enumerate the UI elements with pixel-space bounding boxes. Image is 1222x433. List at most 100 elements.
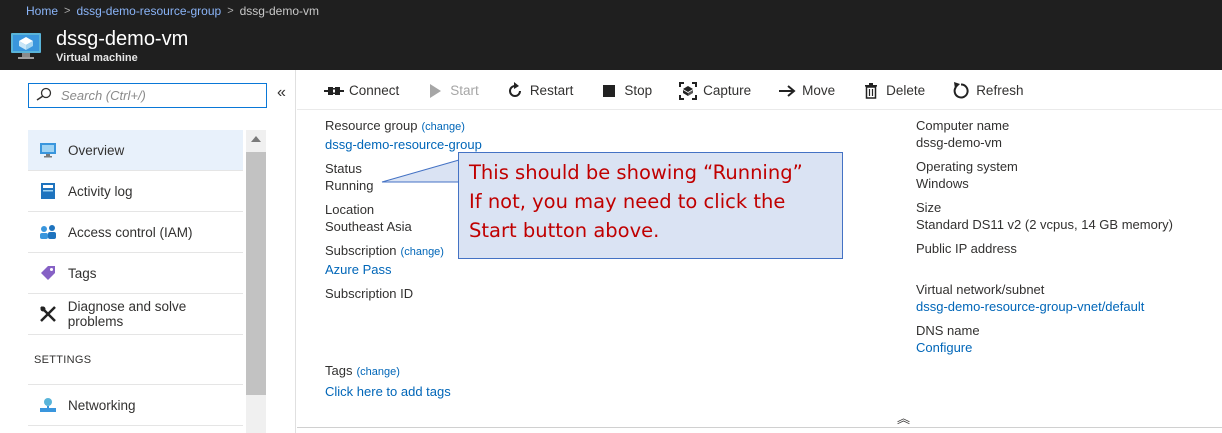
size-value: Standard DS11 v2 (2 vcpus, 14 GB memory) bbox=[916, 217, 1173, 232]
section-settings-heading: SETTINGS bbox=[28, 335, 243, 385]
connect-label: Connect bbox=[349, 83, 400, 98]
size-label: Size bbox=[916, 200, 942, 215]
chevron-right-icon: > bbox=[64, 5, 71, 17]
sidebar-item-label: Access control (IAM) bbox=[68, 224, 193, 240]
scroll-up-arrow-icon[interactable] bbox=[251, 136, 261, 142]
resource-group-link[interactable]: dssg-demo-resource-group bbox=[325, 136, 705, 153]
vnet-label: Virtual network/subnet bbox=[916, 282, 1045, 297]
sidebar-item-tags[interactable]: Tags bbox=[28, 253, 243, 294]
scrollbar-thumb[interactable] bbox=[246, 152, 266, 395]
sidebar-menu: Overview Activity log Access control (IA… bbox=[28, 130, 243, 426]
os-label: Operating system bbox=[916, 159, 1018, 174]
public-ip-label: Public IP address bbox=[916, 241, 1017, 256]
page-subtitle: Virtual machine bbox=[56, 52, 138, 64]
move-button[interactable]: Move bbox=[777, 82, 835, 100]
sidebar-item-access-control[interactable]: Access control (IAM) bbox=[28, 212, 243, 253]
arrow-right-icon bbox=[777, 82, 797, 100]
divider bbox=[297, 427, 1222, 428]
change-tags-link[interactable]: (change) bbox=[356, 366, 399, 378]
sidebar: Search (Ctrl+/) « Overview Activity log … bbox=[0, 70, 296, 433]
configure-dns-link[interactable]: Configure bbox=[916, 339, 1216, 356]
sidebar-item-label: Activity log bbox=[68, 183, 133, 199]
breadcrumb-home[interactable]: Home bbox=[26, 4, 58, 18]
move-label: Move bbox=[802, 83, 836, 98]
start-label: Start bbox=[450, 83, 479, 98]
activity-log-icon bbox=[38, 181, 58, 201]
tag-icon bbox=[38, 263, 58, 283]
restart-label: Restart bbox=[529, 83, 574, 98]
sidebar-item-label: Networking bbox=[68, 397, 136, 413]
stop-label: Stop bbox=[624, 83, 653, 98]
trash-icon bbox=[861, 82, 881, 100]
stop-icon bbox=[599, 82, 619, 100]
start-button[interactable]: Start bbox=[425, 82, 479, 100]
play-icon bbox=[425, 82, 445, 100]
search-input[interactable]: Search (Ctrl+/) bbox=[28, 83, 267, 108]
callout-line-2: If not, you may need to click the bbox=[469, 190, 786, 213]
breadcrumb-resource-group[interactable]: dssg-demo-resource-group bbox=[76, 4, 221, 18]
resource-group-field: Resource group (change) dssg-demo-resourc… bbox=[325, 117, 705, 153]
chevron-right-icon: > bbox=[227, 5, 234, 17]
subscription-label: Subscription bbox=[325, 243, 397, 258]
annotation-callout: This should be showing “Running” If not,… bbox=[458, 152, 843, 259]
resource-group-label: Resource group bbox=[325, 118, 418, 133]
add-tags-link[interactable]: Click here to add tags bbox=[325, 384, 451, 399]
sidebar-item-label: Diagnose and solve problems bbox=[67, 299, 187, 329]
people-icon bbox=[38, 222, 58, 242]
collapse-sidebar-button[interactable]: « bbox=[277, 84, 286, 102]
refresh-icon bbox=[951, 81, 971, 100]
sidebar-item-label: Overview bbox=[68, 142, 125, 158]
refresh-label: Refresh bbox=[976, 83, 1024, 98]
subscription-id-label: Subscription ID bbox=[325, 286, 414, 301]
monitor-icon bbox=[38, 140, 58, 160]
restart-icon bbox=[505, 81, 525, 100]
restart-button[interactable]: Restart bbox=[505, 81, 574, 100]
vnet-link[interactable]: dssg-demo-resource-group-vnet/default bbox=[916, 298, 1216, 315]
wrench-icon bbox=[38, 304, 58, 324]
computer-name-value: dssg-demo-vm bbox=[916, 135, 1002, 150]
delete-button[interactable]: Delete bbox=[861, 82, 925, 100]
capture-button[interactable]: Capture bbox=[678, 81, 752, 100]
plug-icon bbox=[324, 82, 344, 100]
command-toolbar: Connect Start Restart Stop Capture Move bbox=[297, 72, 1222, 110]
page-title: dssg-demo-vm bbox=[56, 28, 189, 50]
connect-button[interactable]: Connect bbox=[324, 82, 399, 100]
computer-name-label: Computer name bbox=[916, 118, 1010, 133]
sidebar-item-activity-log[interactable]: Activity log bbox=[28, 171, 243, 212]
sidebar-item-label: Tags bbox=[68, 265, 97, 281]
sidebar-item-networking[interactable]: Networking bbox=[28, 385, 243, 426]
os-field: Operating system Windows bbox=[916, 158, 1216, 192]
computer-name-field: Computer name dssg-demo-vm bbox=[916, 117, 1216, 151]
refresh-button[interactable]: Refresh bbox=[951, 81, 1024, 100]
network-icon bbox=[38, 395, 58, 415]
virtual-machine-icon bbox=[10, 30, 42, 62]
delete-label: Delete bbox=[886, 83, 926, 98]
subscription-link[interactable]: Azure Pass bbox=[325, 261, 705, 278]
subscription-id-field: Subscription ID bbox=[325, 285, 705, 302]
os-value: Windows bbox=[916, 176, 969, 191]
vnet-field: Virtual network/subnet dssg-demo-resourc… bbox=[916, 281, 1216, 315]
search-placeholder: Search (Ctrl+/) bbox=[61, 88, 146, 103]
dns-label: DNS name bbox=[916, 323, 980, 338]
essentials-right-column: Computer name dssg-demo-vm Operating sys… bbox=[916, 117, 1216, 363]
callout-pointer bbox=[381, 159, 460, 183]
change-resource-group-link[interactable]: (change) bbox=[422, 121, 465, 133]
capture-icon bbox=[678, 81, 698, 100]
collapse-essentials-icon[interactable]: ︽ bbox=[897, 408, 910, 427]
breadcrumb: Home > dssg-demo-resource-group > dssg-d… bbox=[0, 0, 1222, 22]
search-icon bbox=[35, 87, 53, 104]
public-ip-field: Public IP address bbox=[916, 240, 1216, 257]
change-subscription-link[interactable]: (change) bbox=[401, 246, 444, 258]
sidebar-item-overview[interactable]: Overview bbox=[28, 130, 243, 171]
dns-field: DNS name Configure bbox=[916, 322, 1216, 356]
sidebar-scrollbar[interactable] bbox=[246, 130, 266, 433]
tags-field: Tags (change) Click here to add tags bbox=[325, 363, 451, 399]
callout-line-1: This should be showing “Running” bbox=[469, 161, 803, 184]
capture-label: Capture bbox=[703, 83, 752, 98]
breadcrumb-current: dssg-demo-vm bbox=[239, 4, 319, 18]
tags-label: Tags bbox=[325, 363, 353, 378]
resource-header: dssg-demo-vm Virtual machine bbox=[0, 22, 1222, 70]
sidebar-item-diagnose[interactable]: Diagnose and solve problems bbox=[28, 294, 243, 335]
stop-button[interactable]: Stop bbox=[599, 82, 652, 100]
size-field: Size Standard DS11 v2 (2 vcpus, 14 GB me… bbox=[916, 199, 1216, 233]
